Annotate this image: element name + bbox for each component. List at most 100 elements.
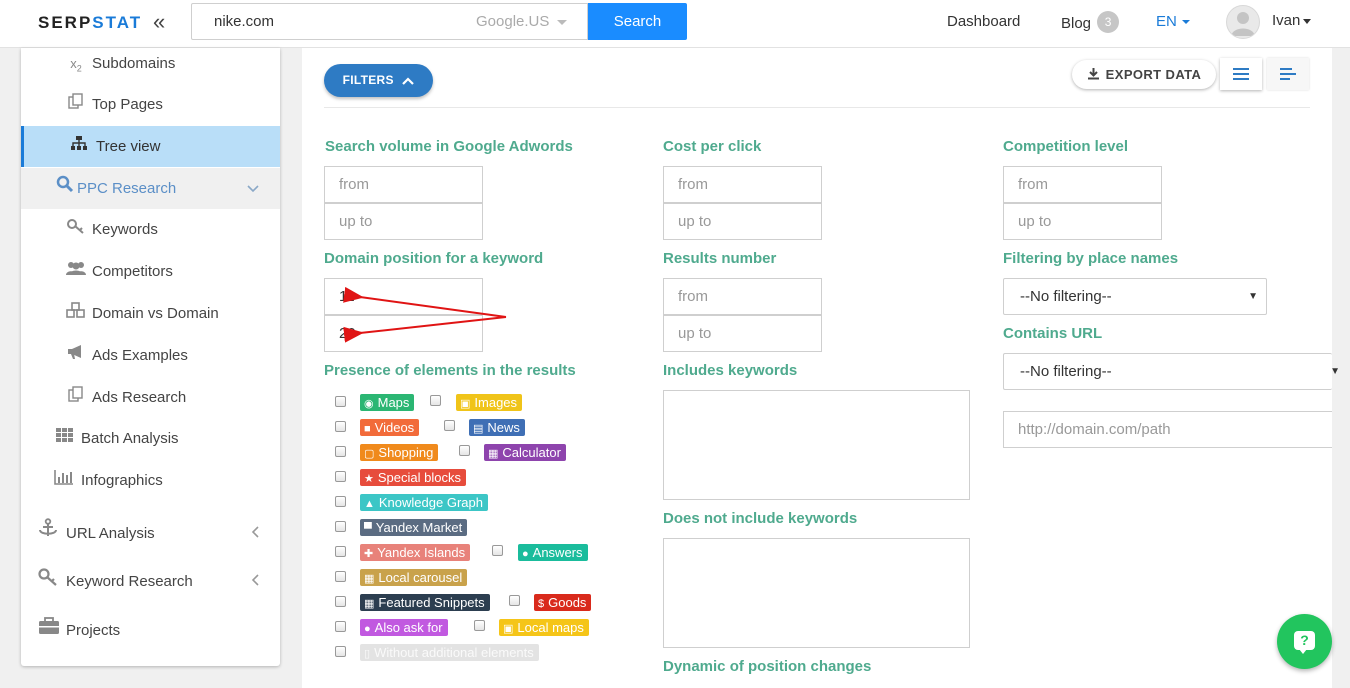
includes-keywords-label: Includes keywords [663,362,798,379]
sidebar-item-competitors[interactable]: Competitors [21,252,280,292]
calculator-icon: ▦ [488,448,499,460]
sidebar-item-ppc-research[interactable]: PPC Research [21,168,280,209]
not-include-keywords-label: Does not include keywords [663,510,858,527]
caret-down-icon [1303,18,1312,24]
yandex-islands-checkbox[interactable] [335,546,346,557]
money-icon: ▢ [364,448,375,460]
local-carousel-tag: ▦ Local carousel [360,569,468,586]
export-data-button[interactable]: EXPORT DATA [1072,60,1216,89]
serpstat-logo[interactable]: SERPSTAT [38,13,142,33]
key-icon [38,562,58,602]
featured-snippets-tag: ▦ Featured Snippets [360,594,490,611]
maps-checkbox[interactable] [335,396,346,407]
map-icon: ▣ [503,623,514,635]
knowledge-graph-checkbox[interactable] [335,496,346,507]
grid-icon: ▦ [364,573,375,585]
local-carousel-checkbox[interactable] [335,571,346,582]
featured-snippets-checkbox[interactable] [335,596,346,607]
sidebar-item-keyword-research[interactable]: Keyword Research [21,562,280,602]
sidebar-item-domain-vs-domain[interactable]: Domain vs Domain [21,294,280,334]
not-include-keywords-textarea[interactable] [663,538,970,648]
special-blocks-checkbox[interactable] [335,471,346,482]
calculator-checkbox[interactable] [459,445,470,456]
cpc-to-input[interactable]: up to [663,203,822,240]
without-additional-checkbox[interactable] [335,646,346,657]
copy-icon [66,85,86,125]
collapse-sidebar-icon[interactable]: « [153,10,165,34]
sidebar-item-batch-analysis[interactable]: Batch Analysis [21,419,280,459]
cubes-icon [66,294,86,334]
cpc-from-input[interactable]: from [663,166,822,203]
search-engine-select[interactable]: Google.US [454,3,588,40]
news-tag: ▤ News [469,419,525,436]
search-volume-to-input[interactable]: up to [324,203,483,240]
megaphone-icon [66,336,86,376]
sidebar-item-top-pages[interactable]: Top Pages [21,85,280,125]
subscript-icon: x2 [70,56,82,74]
url-path-input[interactable]: http://domain.com/path [1003,411,1332,448]
local-maps-checkbox[interactable] [474,620,485,631]
dollar-icon: $ [538,598,545,610]
shopping-tag: ▢ Shopping [360,444,439,461]
sidebar-item-ads-examples[interactable]: Ads Examples [21,336,280,376]
includes-keywords-textarea[interactable] [663,390,970,500]
domain-position-to-input[interactable]: 20 [324,315,483,352]
dashboard-link[interactable]: Dashboard [947,13,1020,30]
search-icon [55,168,75,209]
place-names-select[interactable]: --No filtering-- ▼ [1003,278,1267,315]
user-avatar[interactable] [1226,5,1260,39]
also-ask-for-checkbox[interactable] [335,621,346,632]
without-additional-tag: ▯ Without additional elements [360,644,539,661]
contains-url-select[interactable]: --No filtering-- ▼ [1003,353,1340,390]
list-view-button[interactable] [1220,58,1262,90]
graduation-cap-icon: ▲ [364,498,375,510]
grid-icon [55,419,75,459]
user-menu[interactable]: Ivan [1272,12,1312,29]
domain-position-label: Domain position for a keyword [324,250,544,267]
results-number-label: Results number [663,250,777,267]
filters-toggle-button[interactable]: FILTERS [324,64,433,97]
puzzle-icon: ✚ [364,548,374,560]
yandex-market-checkbox[interactable] [335,521,346,532]
domain-position-from-input[interactable]: 11 [324,278,483,315]
sidebar-item-url-analysis[interactable]: URL Analysis [21,514,280,554]
images-tag: ▣ Images [456,394,523,411]
language-dropdown[interactable]: EN [1156,13,1190,30]
sidebar-item-ads-research[interactable]: Ads Research [21,378,280,418]
star-icon: ★ [364,473,374,485]
chevron-up-icon [402,77,415,85]
maps-tag: ◉ Maps [360,394,415,411]
tree-view-button[interactable] [1267,58,1309,90]
map-marker-icon: ◉ [364,398,374,410]
sidebar-item-subdomains[interactable]: x2 Subdomains [21,44,280,84]
results-number-from-input[interactable]: from [663,278,822,315]
results-number-to-input[interactable]: up to [663,315,822,352]
newspaper-icon: ▤ [473,423,484,435]
sidebar-item-infographics[interactable]: Infographics [21,461,280,501]
top-bar: SERPSTAT « Google.US Search Dashboard Bl… [0,0,1350,48]
answers-checkbox[interactable] [492,545,503,556]
blog-count-badge: 3 [1097,11,1120,33]
help-chat-button[interactable]: ? [1277,614,1332,669]
anchor-icon [38,514,58,554]
sidebar-item-keywords[interactable]: Keywords [21,210,280,250]
search-volume-from-input[interactable]: from [324,166,483,203]
sitemap-icon [69,126,89,167]
news-checkbox[interactable] [444,420,455,431]
copy-icon [66,378,86,418]
blog-link[interactable]: Blog 3 [1061,11,1120,35]
images-checkbox[interactable] [430,395,441,406]
answers-tag: ● Answers [518,544,588,561]
competition-from-input[interactable]: from [1003,166,1162,203]
domain-search-input[interactable] [191,3,455,40]
goods-checkbox[interactable] [509,595,520,606]
videos-checkbox[interactable] [335,421,346,432]
sidebar-item-projects[interactable]: Projects [21,611,280,651]
search-button[interactable]: Search [588,3,687,40]
briefcase-icon [38,611,59,651]
speech-tail-icon [1299,649,1307,654]
comment-icon: ● [364,623,371,635]
shopping-checkbox[interactable] [335,446,346,457]
sidebar-item-tree-view[interactable]: Tree view [21,126,280,167]
competition-to-input[interactable]: up to [1003,203,1162,240]
